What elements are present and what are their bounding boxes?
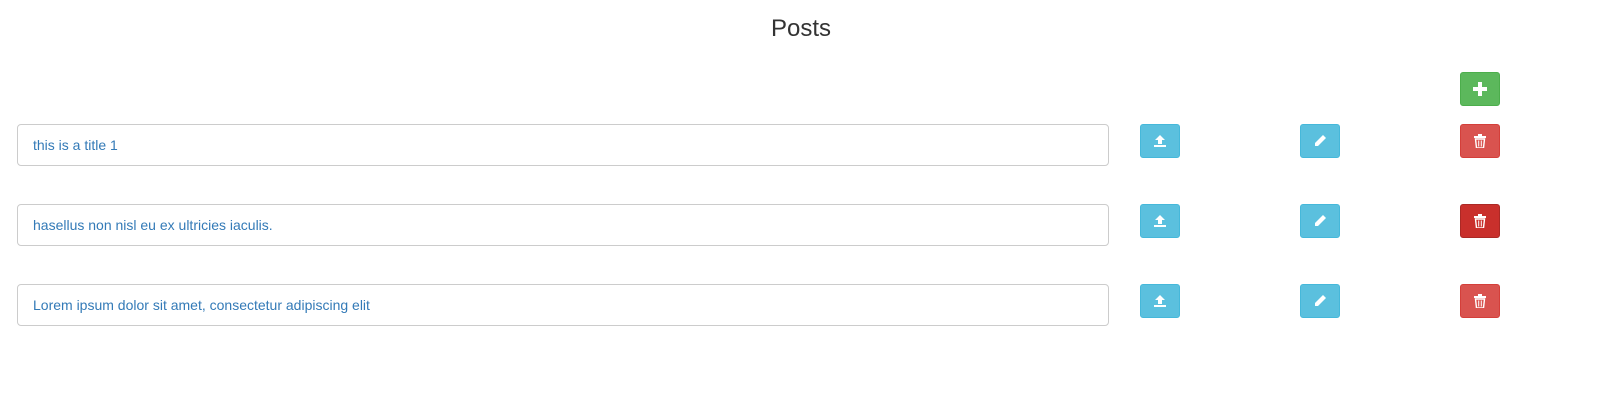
upload-icon <box>1154 135 1166 147</box>
pencil-icon <box>1315 295 1326 306</box>
add-post-button[interactable] <box>1460 72 1500 106</box>
post-row: Lorem ipsum dolor sit amet, consectetur … <box>0 284 1602 326</box>
pencil-icon <box>1315 135 1326 146</box>
trash-icon <box>1474 134 1486 148</box>
trash-icon <box>1474 214 1486 228</box>
delete-button[interactable] <box>1460 284 1500 318</box>
upload-button[interactable] <box>1140 204 1180 238</box>
edit-button[interactable] <box>1300 124 1340 158</box>
post-row: this is a title 1 <box>0 124 1602 166</box>
edit-button[interactable] <box>1300 284 1340 318</box>
trash-icon <box>1474 294 1486 308</box>
delete-button[interactable] <box>1460 124 1500 158</box>
posts-page: Posts this is a title 1 hasellus non nis… <box>0 0 1602 415</box>
post-title-field[interactable]: Lorem ipsum dolor sit amet, consectetur … <box>17 284 1109 326</box>
plus-icon <box>1473 82 1487 96</box>
post-title-field[interactable]: hasellus non nisl eu ex ultricies iaculi… <box>17 204 1109 246</box>
edit-button[interactable] <box>1300 204 1340 238</box>
upload-button[interactable] <box>1140 284 1180 318</box>
upload-icon <box>1154 215 1166 227</box>
post-row: hasellus non nisl eu ex ultricies iaculi… <box>0 204 1602 246</box>
post-title-field[interactable]: this is a title 1 <box>17 124 1109 166</box>
upload-button[interactable] <box>1140 124 1180 158</box>
page-title: Posts <box>770 15 832 42</box>
delete-button[interactable] <box>1460 204 1500 238</box>
pencil-icon <box>1315 215 1326 226</box>
upload-icon <box>1154 295 1166 307</box>
